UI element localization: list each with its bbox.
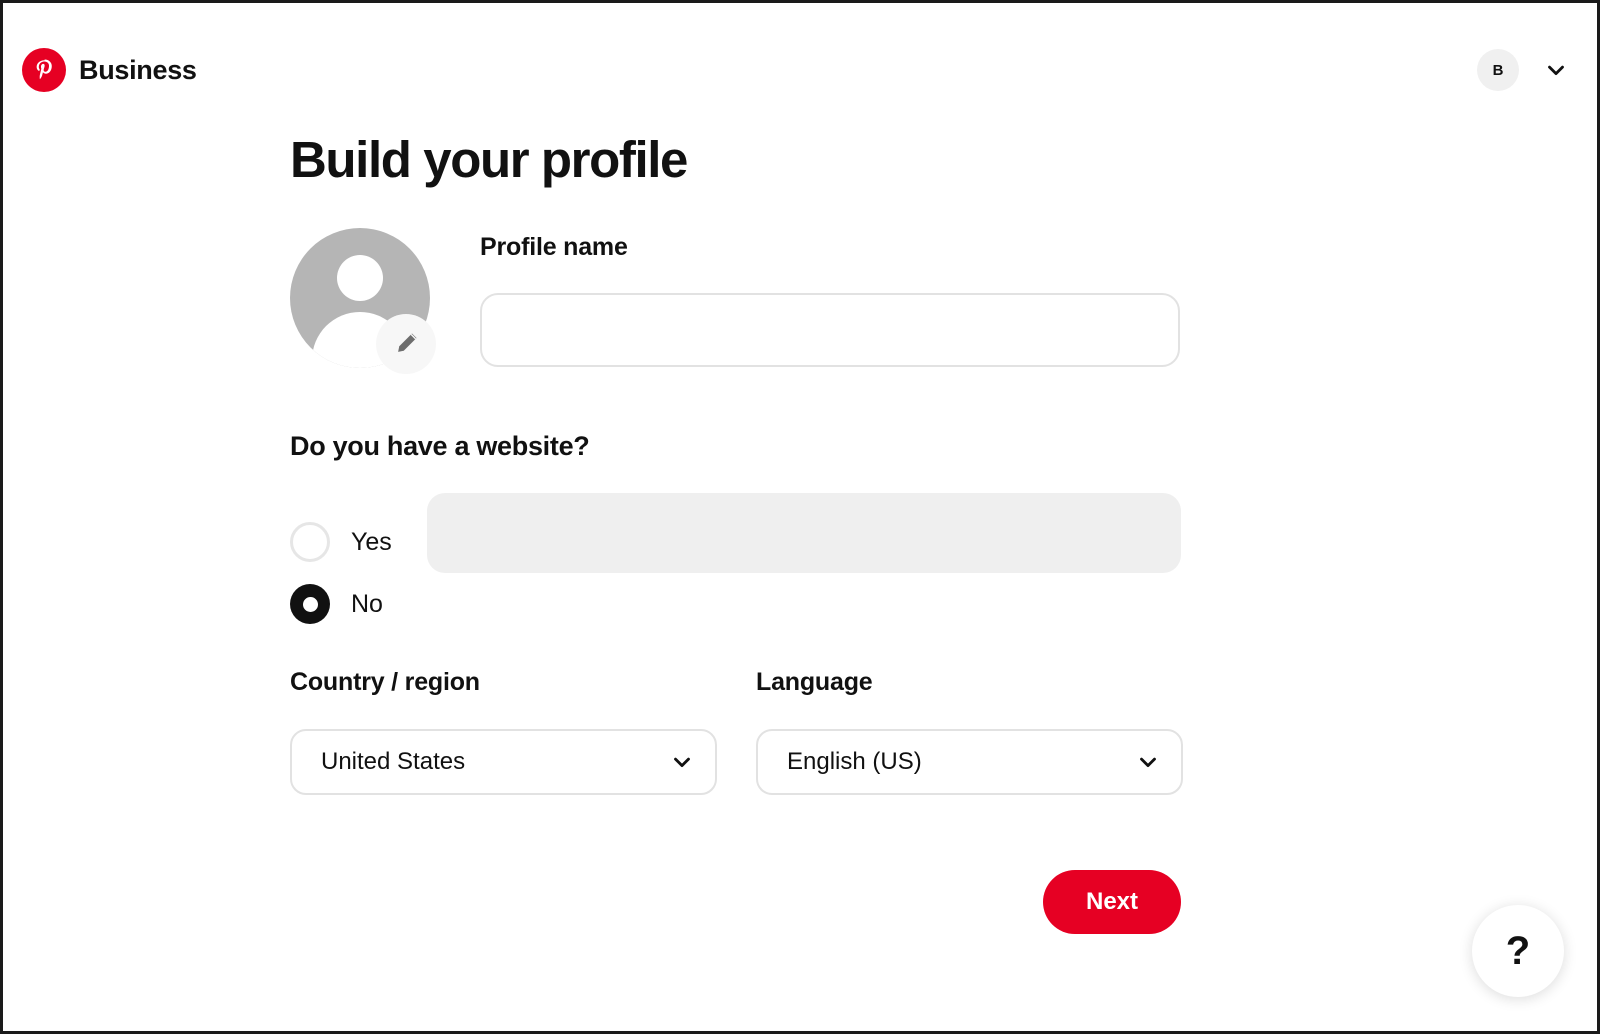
screenshot-frame: Business B Build your profile Profile na… bbox=[0, 0, 1600, 1034]
country-region-select[interactable]: United States bbox=[290, 729, 717, 795]
radio-option-yes[interactable]: Yes bbox=[290, 511, 392, 573]
radio-option-no[interactable]: No bbox=[290, 573, 392, 635]
profile-name-input[interactable] bbox=[480, 293, 1180, 367]
country-region-value: United States bbox=[321, 748, 466, 775]
brand-logo-group[interactable]: Business bbox=[22, 48, 197, 92]
profile-name-label: Profile name bbox=[480, 233, 628, 261]
chevron-down-icon[interactable] bbox=[1135, 749, 1161, 775]
language-value: English (US) bbox=[787, 748, 922, 775]
website-radio-group[interactable]: Yes No bbox=[290, 511, 392, 635]
top-navigation-bar: Business B bbox=[3, 3, 1597, 115]
page-title: Build your profile bbox=[290, 131, 688, 189]
pinterest-logo-icon bbox=[22, 48, 66, 92]
radio-no-label: No bbox=[351, 589, 383, 618]
country-region-label: Country / region bbox=[290, 668, 480, 696]
radio-no-icon[interactable] bbox=[290, 584, 330, 624]
language-label: Language bbox=[756, 668, 873, 696]
pencil-edit-icon[interactable] bbox=[376, 314, 436, 374]
radio-yes-icon[interactable] bbox=[290, 522, 330, 562]
app-viewport: Business B Build your profile Profile na… bbox=[3, 3, 1597, 1031]
account-avatar[interactable]: B bbox=[1477, 49, 1519, 91]
chevron-down-icon[interactable] bbox=[1543, 57, 1569, 83]
account-menu-group[interactable]: B bbox=[1477, 49, 1569, 91]
brand-name-label: Business bbox=[79, 54, 197, 85]
website-url-input[interactable] bbox=[427, 493, 1181, 573]
language-select[interactable]: English (US) bbox=[756, 729, 1183, 795]
radio-yes-label: Yes bbox=[351, 527, 392, 556]
profile-avatar-uploader[interactable] bbox=[290, 228, 436, 374]
avatar-head-shape bbox=[337, 255, 383, 301]
next-button[interactable]: Next bbox=[1043, 870, 1181, 934]
chevron-down-icon[interactable] bbox=[669, 749, 695, 775]
website-question-label: Do you have a website? bbox=[290, 431, 590, 461]
profile-name-section: Profile name bbox=[290, 223, 1190, 383]
help-button[interactable]: ? bbox=[1472, 905, 1564, 997]
